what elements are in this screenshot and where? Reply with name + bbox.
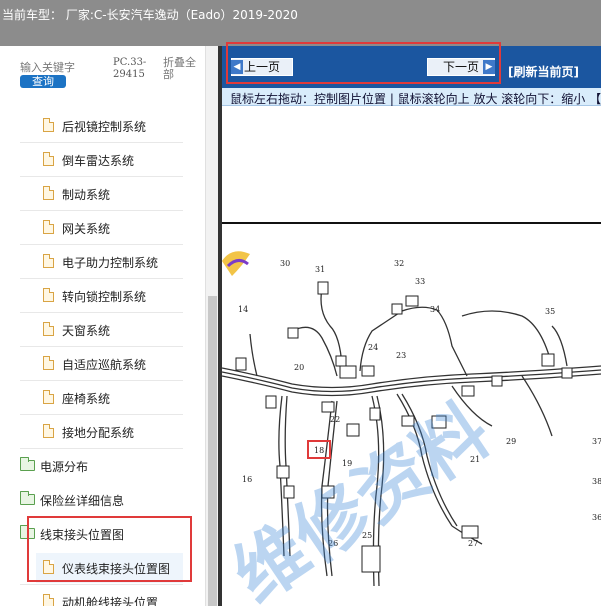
document-icon	[43, 390, 54, 404]
tree-item[interactable]: 网关系统	[0, 211, 205, 245]
query-button[interactable]: 查询	[20, 75, 66, 88]
callout-23: 23	[396, 351, 406, 360]
document-icon	[43, 118, 54, 132]
search-area: 输入关键字 查询 PC.33-29415 折叠全部	[0, 46, 218, 96]
folder-icon	[20, 457, 35, 471]
document-icon	[43, 254, 54, 268]
hint-bar: 鼠标左右拖动：控制图片位置 | 鼠标滚轮向上 放大 滚轮向下：缩小 【	[222, 88, 601, 106]
hint-text: 鼠标左右拖动：控制图片位置 | 鼠标滚轮向上 放大 滚轮向下：缩小 【	[230, 92, 601, 106]
callout-20: 20	[294, 363, 304, 372]
page-nav-bar: ◀ 上一页 下一页 ▶ [刷新当前页]	[222, 46, 601, 88]
document-icon	[43, 322, 54, 336]
tree-item-label: 动机舱线接头位置	[62, 596, 159, 606]
app-window: 当前车型： 厂家:C-长安汽车逸动（Eado）2019-2020 输入关键字 查…	[0, 0, 601, 606]
tree-item[interactable]: 接地分配系统	[0, 415, 205, 449]
tree-scrollbar[interactable]	[205, 46, 218, 606]
scrollbar-thumb[interactable]	[208, 296, 217, 606]
callout-30: 30	[280, 259, 290, 268]
viewer-panel: ◀ 上一页 下一页 ▶ [刷新当前页] 鼠标左右拖动：控制图片位置 | 鼠标滚轮…	[222, 46, 601, 606]
document-icon	[43, 152, 54, 166]
prev-page-label: 上一页	[243, 60, 280, 74]
callout-14: 14	[238, 305, 248, 314]
document-icon	[43, 594, 54, 606]
callout-38: 38	[592, 477, 601, 486]
tree-item[interactable]: 线束接头位置图	[0, 517, 205, 551]
tree-item[interactable]: 仪表线束接头位置图	[0, 551, 205, 585]
tree-item-label: 线束接头位置图	[40, 528, 125, 542]
document-icon	[43, 356, 54, 370]
tree-item[interactable]: 自适应巡航系统	[0, 347, 205, 381]
sticker-fragment	[222, 251, 250, 276]
tree-item-label: 座椅系统	[62, 392, 111, 406]
tree-item-label: 倒车雷达系统	[62, 154, 135, 168]
callout-27: 27	[468, 539, 478, 548]
left-panel: 输入关键字 查询 PC.33-29415 折叠全部 后视镜控制系统 倒车雷达系统制…	[0, 46, 218, 606]
document-icon	[43, 220, 54, 234]
prev-page-button[interactable]: ◀ 上一页	[231, 58, 293, 76]
tree-item[interactable]: 保险丝详细信息	[0, 483, 205, 517]
callout-37: 37	[592, 437, 601, 446]
arrow-right-icon: ▶	[483, 60, 495, 74]
callout-32: 32	[394, 259, 404, 268]
callout-31: 31	[315, 265, 325, 274]
callout-29: 29	[506, 437, 516, 446]
tree-item[interactable]: 转向锁控制系统	[0, 279, 205, 313]
title-bar: 当前车型： 厂家:C-长安汽车逸动（Eado）2019-2020	[0, 0, 601, 46]
callout-34: 34	[430, 305, 440, 314]
window-title: 当前车型： 厂家:C-长安汽车逸动（Eado）2019-2020	[2, 8, 298, 22]
callout-22: 22	[330, 415, 340, 424]
tree-item-label: 电源分布	[40, 460, 89, 474]
page-border-line	[222, 222, 601, 224]
document-icon	[43, 288, 54, 302]
callout-16: 16	[242, 475, 252, 484]
arrow-left-icon: ◀	[231, 60, 243, 74]
tree-item-label: 网关系统	[62, 222, 111, 236]
tree-list: 后视镜控制系统 倒车雷达系统 制动系统网关系统电子助力控制系统 转向锁控制系统 天窗系统…	[0, 109, 205, 606]
tree-item[interactable]: 动机舱线接头位置	[0, 585, 205, 606]
next-page-label: 下一页	[442, 60, 479, 74]
tree-item[interactable]: 天窗系统	[0, 313, 205, 347]
tree-item-label: 自适应巡航系统	[62, 358, 147, 372]
tree-item-label: 转向锁控制系统	[62, 290, 147, 304]
wiring-diagram[interactable]: 30 31 32 33 34 35 14 24 23 20 22 18 19 2…	[222, 226, 601, 606]
tree-item-label: 保险丝详细信息	[40, 494, 125, 508]
tree-item-label: 仪表线束接头位置图	[62, 562, 171, 576]
keyword-input[interactable]: 输入关键字	[20, 59, 75, 75]
callout-33: 33	[415, 277, 425, 286]
next-page-button[interactable]: 下一页 ▶	[427, 58, 495, 76]
callout-24: 24	[368, 343, 378, 352]
tree-item-label: 后视镜控制系统	[62, 120, 147, 134]
document-icon	[43, 560, 54, 574]
document-icon	[43, 186, 54, 200]
tree-item[interactable]: 电子助力控制系统	[0, 245, 205, 279]
callout-36: 36	[592, 513, 601, 522]
tree-item-label: 制动系统	[62, 188, 111, 202]
folder-icon	[20, 491, 35, 505]
refresh-page-link[interactable]: [刷新当前页]	[508, 63, 579, 80]
tree-item[interactable]: 座椅系统	[0, 381, 205, 415]
tree-item[interactable]: 制动系统	[0, 177, 205, 211]
tree-item[interactable]: 倒车雷达系统	[0, 143, 205, 177]
tree-item[interactable]: 后视镜控制系统	[0, 109, 205, 143]
tree-item-label: 电子助力控制系统	[62, 256, 159, 270]
callout-35: 35	[545, 307, 555, 316]
folder-icon	[20, 525, 35, 539]
watermark-text: 维修资料	[222, 388, 504, 606]
fold-all-button[interactable]: 折叠全部	[163, 57, 203, 81]
tree-item[interactable]: 电源分布	[0, 449, 205, 483]
document-icon	[43, 424, 54, 438]
tree-item-label: 接地分配系统	[62, 426, 135, 440]
pc-code: PC.33-29415	[113, 57, 147, 80]
tree-item-label: 天窗系统	[62, 324, 111, 338]
callout-18: 18	[314, 446, 324, 455]
